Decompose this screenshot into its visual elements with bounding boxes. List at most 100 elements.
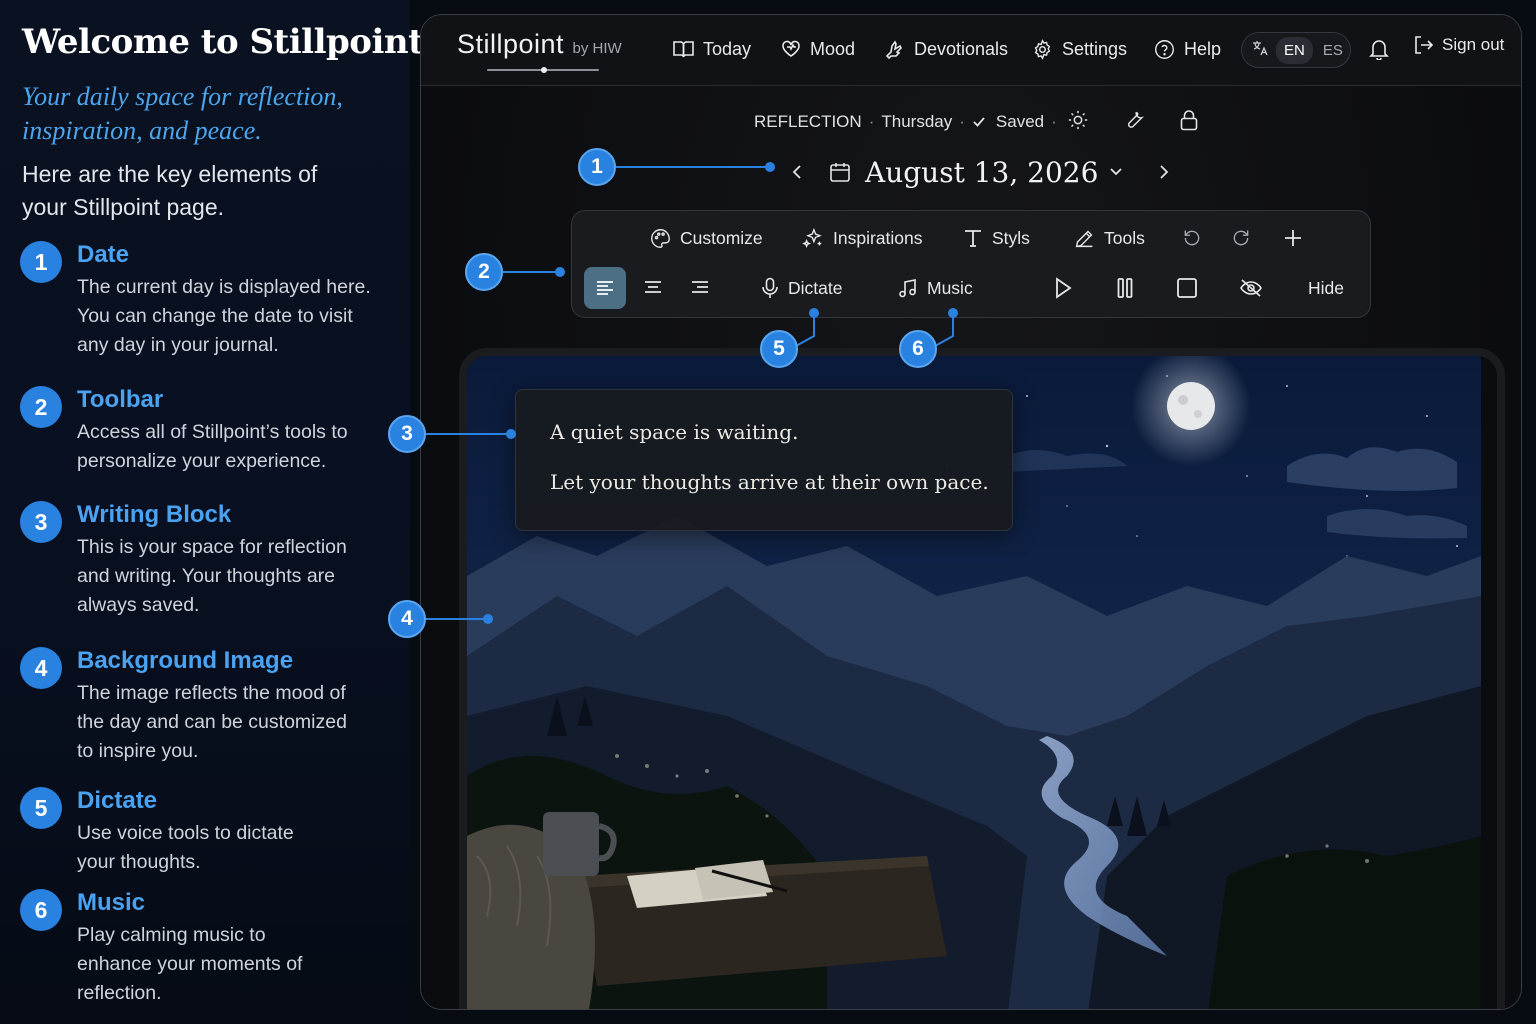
status-row: REFLECTION · Thursday · Saved · (754, 110, 1064, 134)
styls-label: Styls (992, 227, 1030, 248)
guide-item-desc: Use voice tools to dictate your thoughts… (77, 822, 294, 873)
writing-line-2: Let your thoughts arrive at their own pa… (550, 470, 989, 494)
align-left-icon (597, 281, 613, 295)
lang-es[interactable]: ES (1323, 42, 1343, 59)
nav-today[interactable]: Today (673, 35, 751, 63)
callout-badge-background-image: 4 (388, 600, 426, 638)
nav-devotionals[interactable]: Devotionals (884, 35, 1008, 63)
hide-label: Hide (1308, 277, 1344, 298)
dictate-label: Dictate (788, 277, 843, 298)
stop-icon[interactable] (1172, 273, 1202, 303)
microphone-icon (762, 277, 778, 298)
undo-icon[interactable] (1177, 223, 1207, 253)
align-center-icon[interactable] (638, 273, 668, 303)
hide-button[interactable]: Hide (1308, 274, 1344, 302)
current-date[interactable]: August 13, 2026 (865, 156, 1098, 189)
toolbar: Customize Inspirations Styls Tools Dicta… (571, 210, 1371, 318)
align-left-button[interactable] (584, 267, 626, 309)
brand-dot (541, 67, 547, 73)
guide-item-title: Writing Block (77, 501, 232, 528)
add-icon[interactable] (1278, 223, 1308, 253)
guide-number: 6 (20, 889, 62, 931)
writing-block[interactable]: A quiet space is waiting. Let your thoug… (515, 389, 1013, 531)
nav-mood[interactable]: Mood (781, 35, 855, 63)
guide-number: 2 (20, 386, 62, 428)
mode-label: REFLECTION (754, 112, 862, 131)
chevron-down-icon[interactable] (1108, 166, 1124, 178)
nav-today-label: Today (703, 38, 752, 59)
play-icon[interactable] (1048, 273, 1078, 303)
notifications-bell-icon[interactable] (1369, 38, 1389, 65)
nav-settings-label: Settings (1062, 38, 1128, 59)
tools-button[interactable]: Tools (1074, 224, 1145, 252)
sign-out-label: Sign out (1442, 35, 1505, 54)
customize-label: Customize (680, 227, 763, 248)
translate-icon (1252, 40, 1270, 60)
redo-icon[interactable] (1226, 223, 1256, 253)
guide-number: 4 (20, 647, 62, 689)
brand-name: Stillpoint (457, 29, 565, 59)
guide-item-desc: This is your space for reflection and wr… (77, 536, 347, 616)
chevron-right-icon[interactable] (1156, 163, 1170, 181)
styls-button[interactable]: Styls (963, 224, 1030, 252)
separator: · (959, 112, 965, 131)
guide-item-title: Dictate (77, 787, 158, 814)
top-nav-bar: Stillpoint by HIW Today Mood Devotionals… (421, 15, 1521, 86)
status-icons (1067, 109, 1199, 131)
text-style-icon (965, 230, 981, 247)
callout-badge-dictate: 5 (760, 330, 798, 368)
sun-icon[interactable] (1067, 109, 1089, 131)
help-icon (1155, 39, 1174, 59)
customize-button[interactable]: Customize (650, 224, 763, 252)
sign-out-icon (1415, 36, 1434, 54)
pause-icon[interactable] (1110, 273, 1140, 303)
nav-help-label: Help (1184, 38, 1222, 59)
guide-number: 3 (20, 501, 62, 543)
lang-en[interactable]: EN (1276, 36, 1313, 64)
guide-number: 1 (20, 241, 62, 283)
writing-line-1: A quiet space is waiting. (550, 420, 799, 444)
tools-label: Tools (1104, 227, 1145, 248)
guide-item-title: Background Image (77, 647, 294, 674)
guide-item-title: Music (77, 889, 146, 916)
nav-help[interactable]: Help (1154, 35, 1221, 63)
callout-badge-toolbar: 2 (465, 253, 503, 291)
language-switcher[interactable]: EN ES (1241, 32, 1351, 68)
heart-icon (782, 40, 800, 57)
guide-item-desc: The current day is displayed here. You c… (77, 276, 371, 356)
guide-number: 5 (20, 787, 62, 829)
chevron-left-icon[interactable] (791, 163, 805, 181)
date-selector: August 13, 2026 (791, 152, 1170, 192)
nav-mood-label: Mood (810, 38, 856, 59)
brand-logo[interactable]: Stillpoint by HIW (457, 29, 622, 60)
align-right-icon[interactable] (685, 273, 715, 303)
dictate-button[interactable]: Dictate (761, 274, 842, 302)
guide-item-desc: The image reflects the mood of the day a… (77, 682, 347, 762)
guide-item-title: Toolbar (77, 386, 164, 413)
lock-icon[interactable] (1179, 109, 1199, 131)
guide-intro: Here are the key elements of your Stillp… (22, 161, 318, 220)
callout-badge-writing-block: 3 (388, 415, 426, 453)
sparkles-icon (802, 227, 822, 248)
sign-out-button[interactable]: Sign out (1413, 35, 1504, 55)
day-label: Thursday (881, 112, 953, 131)
wrench-icon[interactable] (1123, 109, 1145, 131)
music-label: Music (927, 277, 973, 298)
guide-item-desc: Play calming music to enhance your momen… (77, 924, 303, 1004)
guide-subtitle: Your daily space for reflection, inspira… (22, 82, 343, 145)
nav-settings[interactable]: Settings (1032, 35, 1127, 63)
callout-badge-music: 6 (899, 330, 937, 368)
calendar-icon[interactable] (829, 161, 851, 183)
guide-title: Welcome to Stillpoint (22, 22, 424, 62)
saved-status: Saved (995, 112, 1045, 131)
callout-badge-date: 1 (578, 148, 616, 186)
separator: · (1051, 112, 1057, 131)
palette-icon (651, 228, 670, 248)
guide-panel: Welcome to Stillpoint Your daily space f… (0, 0, 424, 1024)
praying-hands-icon (885, 40, 902, 59)
book-icon (673, 41, 694, 58)
guide-item-desc: Access all of Stillpoint’s tools to pers… (77, 421, 348, 472)
inspirations-button[interactable]: Inspirations (802, 224, 923, 252)
eye-off-icon[interactable] (1236, 273, 1266, 303)
music-button[interactable]: Music (898, 274, 973, 302)
